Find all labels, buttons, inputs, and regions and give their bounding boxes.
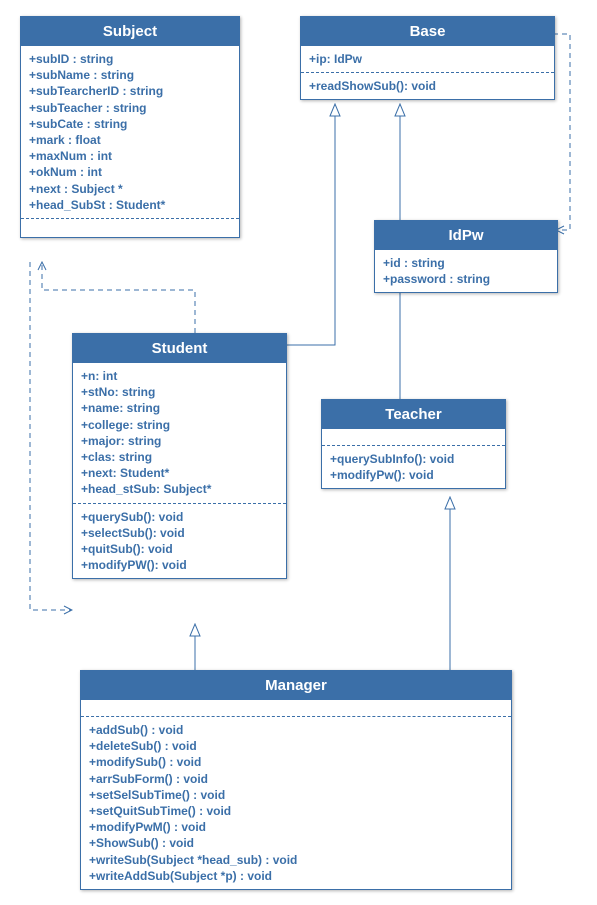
class-teacher: Teacher +querySubInfo(): void +modifyPw(… (321, 399, 506, 489)
class-title: Manager (81, 671, 511, 700)
attrs-empty (322, 429, 505, 445)
methods: +readShowSub(): void (301, 72, 554, 99)
methods: +addSub() : void +deleteSub() : void +mo… (81, 716, 511, 889)
class-title: Student (73, 334, 286, 363)
class-student: Student +n: int +stNo: string +name: str… (72, 333, 287, 579)
attrs: +ip: IdPw (301, 46, 554, 72)
attrs: +n: int +stNo: string +name: string +col… (73, 363, 286, 503)
attrs-empty (81, 700, 511, 716)
class-base: Base +ip: IdPw +readShowSub(): void (300, 16, 555, 100)
attrs: +subID : string +subName : string +subTe… (21, 46, 239, 218)
methods-empty (21, 218, 239, 237)
methods: +querySub(): void +selectSub(): void +qu… (73, 503, 286, 579)
class-title: Base (301, 17, 554, 46)
class-title: Subject (21, 17, 239, 46)
attrs: +id : string +password : string (375, 250, 557, 292)
class-subject: Subject +subID : string +subName : strin… (20, 16, 240, 238)
class-title: Teacher (322, 400, 505, 429)
methods: +querySubInfo(): void +modifyPw(): void (322, 445, 505, 488)
class-idpw: IdPw +id : string +password : string (374, 220, 558, 293)
class-title: IdPw (375, 221, 557, 250)
class-manager: Manager +addSub() : void +deleteSub() : … (80, 670, 512, 890)
